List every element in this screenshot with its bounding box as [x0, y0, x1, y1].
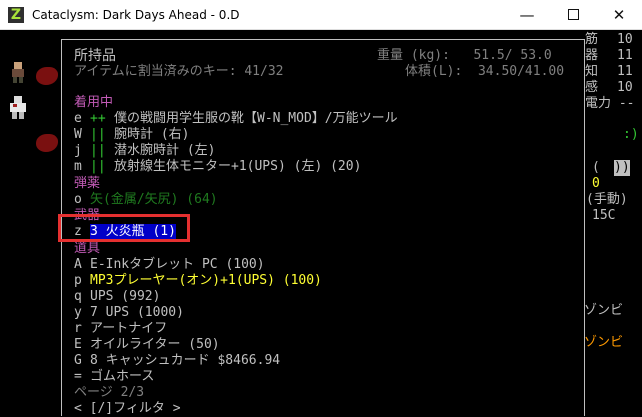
list-item[interactable]: e ++ 僕の戦闘用学生服の靴【W-N_MOD】/万能ツール	[62, 111, 582, 127]
item-name: 矢(金属/矢尻) (64)	[90, 192, 218, 207]
bracket-right: ))	[614, 160, 630, 176]
window-title: Cataclysm: Dark Days Ahead - 0.D	[32, 8, 240, 22]
item-name: 僕の戦闘用学生服の靴【W-N_MOD】/万能ツール	[114, 111, 398, 126]
section-ammo: 弾薬	[74, 176, 101, 191]
item-key: r	[74, 321, 82, 336]
speed-value: 0	[592, 176, 600, 191]
item-key: m	[74, 159, 82, 174]
item-key: G	[74, 353, 82, 368]
item-name: ゴムホース	[90, 369, 155, 384]
weight-readout: 重量 (kg): 51.5/ 53.0	[377, 48, 552, 63]
nearby-zombie: ゾンビ	[584, 335, 624, 350]
stat-label: 知	[585, 64, 599, 79]
item-key: q	[74, 289, 82, 304]
list-item[interactable]: q UPS (992)	[62, 289, 582, 305]
list-item[interactable]: r アートナイフ	[62, 321, 582, 337]
item-mark: ++	[90, 111, 106, 126]
maximize-button[interactable]	[550, 0, 596, 30]
highlight-annotation	[58, 214, 190, 242]
blood-splatter	[36, 67, 58, 85]
stat-value: 11	[617, 48, 633, 63]
stat-value: 10	[617, 80, 633, 95]
list-item[interactable]: W || 腕時計 (右)	[62, 127, 582, 143]
minimize-button[interactable]: —	[504, 0, 550, 30]
stat-value: 10	[617, 32, 633, 47]
stat-value: 11	[617, 64, 633, 79]
item-name: 8 キャッシュカード $8466.94	[90, 353, 281, 368]
list-item[interactable]: E オイルライター (50)	[62, 337, 582, 353]
item-key: A	[74, 257, 82, 272]
list-item[interactable]: A E-Inkタブレット PC (100)	[62, 257, 582, 273]
zombie-sprite	[10, 96, 26, 119]
maximize-icon	[567, 8, 579, 20]
item-key: E	[74, 337, 82, 352]
item-name: 放射線生体モニター+1(UPS) (左) (20)	[114, 159, 362, 174]
list-item[interactable]: j || 潜水腕時計 (左)	[62, 143, 582, 159]
item-name: UPS (992)	[90, 289, 161, 304]
list-item[interactable]: y 7 UPS (1000)	[62, 305, 582, 321]
item-key: e	[74, 111, 82, 126]
bracket-left: (	[592, 160, 600, 175]
item-key: j	[74, 143, 82, 158]
list-item[interactable]: G 8 キャッシュカード $8466.94	[62, 353, 582, 369]
volume-readout: 体積(L): 34.50/41.00	[405, 64, 565, 79]
item-key: y	[74, 305, 82, 320]
item-mark: ||	[90, 127, 106, 142]
item-name: E-Inkタブレット PC (100)	[90, 257, 265, 272]
section-worn: 着用中	[74, 95, 114, 110]
section-tools: 道具	[74, 241, 101, 256]
stat-label: 筋	[585, 32, 599, 47]
power-status: 電力 --	[585, 96, 635, 111]
list-item[interactable]: = ゴムホース	[62, 369, 582, 385]
item-name: 潜水腕時計 (左)	[114, 143, 216, 158]
item-name: 腕時計 (右)	[114, 127, 190, 142]
window-titlebar: Z Cataclysm: Dark Days Ahead - 0.D — ✕	[0, 0, 642, 30]
stat-label: 器	[585, 48, 599, 63]
item-name: 7 UPS (1000)	[90, 305, 184, 320]
item-key: o	[74, 192, 82, 207]
character-sprite	[12, 62, 24, 83]
blood-splatter	[36, 134, 58, 152]
item-mark: ||	[90, 159, 106, 174]
temperature: 15C	[592, 208, 616, 223]
move-mode: (手動)	[586, 192, 628, 207]
nearby-zombie: ゾンビ	[584, 303, 624, 318]
item-key: W	[74, 127, 82, 142]
list-item[interactable]: m || 放射線生体モニター+1(UPS) (左) (20)	[62, 159, 582, 175]
item-mark: ||	[90, 143, 106, 158]
inventory-title: 所持品	[74, 48, 116, 64]
mood-face: :)	[623, 127, 639, 142]
item-key: =	[74, 369, 82, 384]
list-item[interactable]: p MP3プレーヤー(オン)+1(UPS) (100)	[62, 273, 582, 289]
item-key: p	[74, 273, 82, 288]
page-indicator: ページ 2/3	[74, 385, 145, 400]
filter-button[interactable]: < [/]フィルタ >	[74, 401, 181, 417]
close-button[interactable]: ✕	[596, 0, 642, 30]
item-name: オイルライター (50)	[90, 337, 220, 352]
list-item[interactable]: o 矢(金属/矢尻) (64)	[62, 192, 582, 208]
hotkey-count: アイテムに割当済みのキー: 41/32	[74, 64, 284, 79]
stat-label: 感	[585, 80, 599, 95]
item-name: アートナイフ	[90, 321, 168, 336]
item-name: MP3プレーヤー(オン)+1(UPS) (100)	[90, 273, 322, 288]
app-icon: Z	[8, 7, 24, 23]
